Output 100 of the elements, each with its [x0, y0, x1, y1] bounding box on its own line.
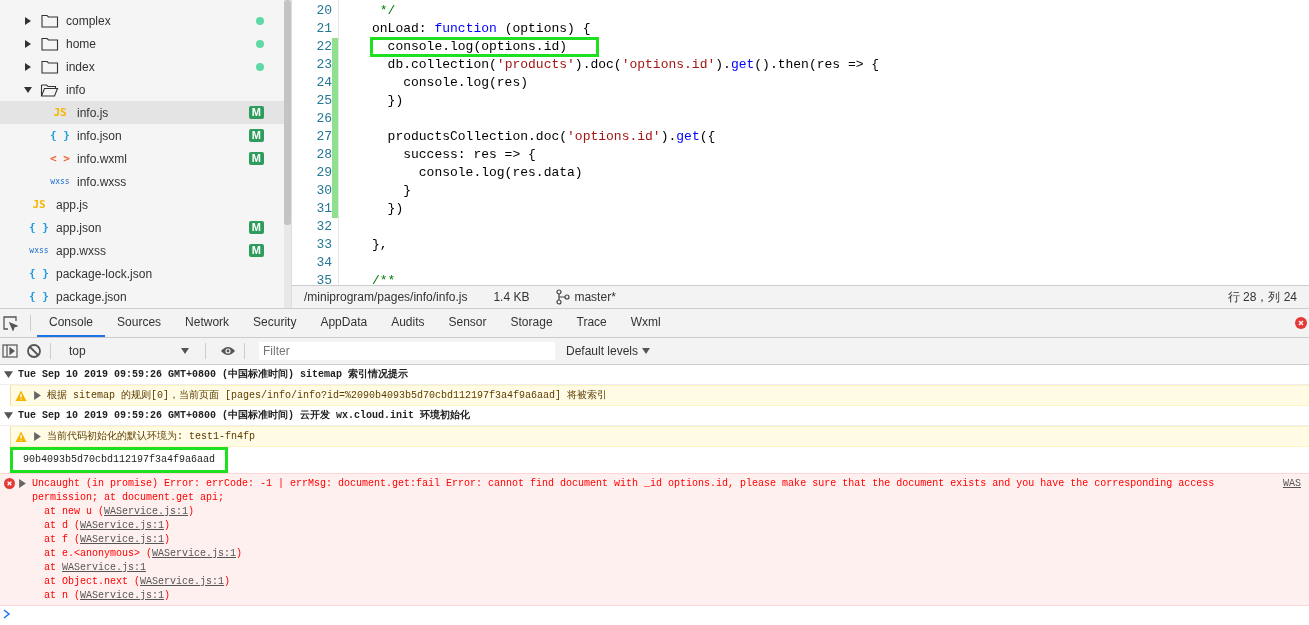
file-type-icon: JS [49, 106, 71, 119]
log-message: 90b4093b5d70cbd112197f3a4f9a6aad [10, 447, 229, 473]
source-link[interactable]: WAService.js:1 [80, 590, 165, 601]
file-name: package.json [56, 289, 128, 304]
file-name: info.wxss [77, 174, 128, 189]
warning-message: 当前代码初始化的默认环境为: test1-fn4fp [47, 430, 256, 444]
file-type-icon: { } [28, 267, 50, 280]
levels-dropdown[interactable]: Default levels [566, 344, 659, 358]
stack-frame: at e.<anonymous> (WAService.js:1) [44, 547, 1301, 561]
code-line: }) [386, 93, 404, 108]
folder-item[interactable]: complex [0, 9, 284, 32]
line-number: 32 [315, 218, 332, 236]
file-type-icon: { } [28, 290, 50, 303]
code-line: console.log(res) [402, 75, 529, 90]
line-number: 35 [315, 272, 332, 285]
modified-badge: M [248, 129, 264, 142]
file-type-icon: { } [28, 221, 50, 234]
line-number: 26 [315, 110, 332, 128]
folder-name: complex [66, 13, 112, 28]
devtools-tab[interactable]: Security [241, 309, 309, 337]
devtools-tab[interactable]: Network [173, 309, 242, 337]
code-line: /** [372, 273, 396, 285]
devtools-tab[interactable]: Storage [498, 309, 565, 337]
branch-name[interactable]: master* [574, 290, 616, 304]
stack-frame: at new u (WAService.js:1) [44, 505, 1301, 519]
file-name: package-lock.json [56, 266, 154, 281]
line-number: 29 [315, 164, 332, 182]
file-item[interactable]: { } package.json [0, 285, 284, 308]
line-number: 34 [315, 254, 332, 272]
file-size: 1.4 KB [493, 290, 530, 304]
file-name: app.json [56, 220, 103, 235]
stack-frame: at WAService.js:1 [44, 561, 1301, 575]
devtools-tab[interactable]: Trace [564, 309, 619, 337]
file-item[interactable]: < > info.wxml M [0, 147, 284, 170]
devtools-tab[interactable]: Audits [379, 309, 437, 337]
file-item[interactable]: { } app.json M [0, 216, 284, 239]
file-item[interactable]: wxss info.wxss [0, 170, 284, 193]
modified-badge: M [248, 221, 264, 234]
code-line: console.log(res.data) [417, 165, 583, 180]
file-name: info.js [77, 105, 110, 120]
stack-frame: at f (WAService.js:1) [44, 533, 1301, 547]
line-number: 22 [315, 38, 332, 56]
stack-frame: at Object.next (WAService.js:1) [44, 575, 1301, 589]
file-item[interactable]: { } info.json M [0, 124, 284, 147]
devtools-tab[interactable]: Sensor [436, 309, 499, 337]
folder-name: index [66, 59, 96, 74]
cursor-position: 行 28，列 24 [1227, 288, 1297, 306]
file-name: app.js [56, 197, 90, 212]
file-type-icon: wxss [49, 177, 71, 186]
line-number: 25 [315, 92, 332, 110]
group-title: Tue Sep 10 2019 09:59:26 GMT+0800 (中国标准时间) sitemap 索引情况提示 [18, 368, 410, 382]
folder-item[interactable]: index [0, 55, 284, 78]
file-item[interactable]: JS app.js [0, 193, 284, 216]
folder-item[interactable]: info [0, 78, 284, 101]
line-number: 33 [315, 236, 332, 254]
source-link[interactable]: WAService.js:1 [62, 562, 147, 573]
source-link[interactable]: WAService.js:1 [140, 576, 225, 587]
file-type-icon: { } [49, 129, 71, 142]
line-number: 21 [315, 20, 332, 38]
code-line: db.collection('products').doc('options.id').get().then(res => { [386, 57, 880, 72]
source-link[interactable]: WAService.js:1 [104, 506, 189, 517]
source-link[interactable]: WAService.js:1 [80, 520, 165, 531]
filter-field[interactable]: Filter [259, 342, 555, 360]
file-name: info.wxml [77, 151, 128, 166]
devtools-tab[interactable]: Sources [105, 309, 174, 337]
code-line: } [402, 183, 411, 198]
source-link[interactable]: WAService.js:1 [152, 548, 237, 559]
line-number: 30 [315, 182, 332, 200]
highlighted-code-line: console.log(options.id) [372, 39, 598, 55]
devtools-tab[interactable]: AppData [308, 309, 380, 337]
code-line: productsCollection.doc('options.id').get({ [386, 129, 716, 144]
stack-frame: at n (WAService.js:1) [44, 589, 1301, 603]
line-number: 28 [315, 146, 332, 164]
line-number: 23 [315, 56, 332, 74]
code-line: }) [386, 201, 404, 216]
line-number: 31 [315, 200, 332, 218]
group-title: Tue Sep 10 2019 09:59:26 GMT+0800 (中国标准时间) 云开发 wx.cloud.init 环境初始化 [18, 409, 472, 423]
context-select[interactable]: top [65, 344, 197, 358]
file-item[interactable]: { } package-lock.json [0, 262, 284, 285]
source-link[interactable]: WAService.js:1 [80, 534, 165, 545]
folder-item[interactable]: home [0, 32, 284, 55]
file-item[interactable]: wxss app.wxss M [0, 239, 284, 262]
file-type-icon: wxss [28, 246, 50, 255]
file-name: app.wxss [56, 243, 108, 258]
stack-frame: at d (WAService.js:1) [44, 519, 1301, 533]
modified-badge: M [248, 106, 264, 119]
code-line: }, [372, 237, 388, 252]
error-message: Uncaught (in promise) Error: errCode: -1 | errMsg: document.get:fail Error: cannot find document with _id options.id, please make sure that the document exists and you have the corresponding access permission; at document.get api; [32, 477, 1216, 505]
line-number: 27 [315, 128, 332, 146]
file-name: info.json [77, 128, 123, 143]
file-item[interactable]: JS info.js M [0, 101, 284, 124]
source-link[interactable]: WAS [1283, 477, 1301, 491]
devtools-tab[interactable]: Wxml [618, 309, 673, 337]
folder-name: info [66, 82, 87, 97]
modified-badge: M [248, 152, 264, 165]
folder-name: home [66, 36, 98, 51]
file-type-icon: < > [49, 152, 71, 165]
code-line: onLoad: function (options) { [372, 21, 591, 36]
file-path: /miniprogram/pages/info/info.js [304, 290, 468, 304]
warning-message: 根据 sitemap 的规则[0]，当前页面 [pages/info/info?id=%2090b4093b5d70cbd112197f3a4f9a6aad] 将被索引 [47, 389, 609, 403]
